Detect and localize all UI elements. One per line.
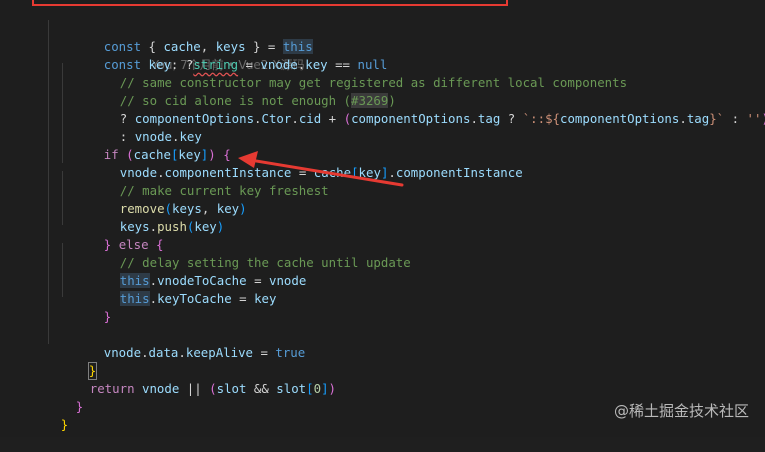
- code-line-21-text: }: [76, 399, 83, 414]
- code-token: 0: [313, 381, 322, 396]
- code-line-20: return vnode || (slot && slot[0]): [45, 362, 336, 396]
- code-token: cid: [298, 111, 322, 126]
- code-token: +: [321, 111, 344, 126]
- code-line-10: remove(keys, key): [75, 182, 247, 216]
- code-line-19: }: [43, 344, 98, 380]
- code-line-16-text: }: [104, 309, 111, 324]
- code-token: (: [209, 381, 217, 396]
- code-line-9: // make current key freshest: [75, 164, 329, 198]
- code-token: key: [254, 291, 277, 306]
- code-token: componentInstance: [395, 165, 523, 180]
- code-token: .: [679, 111, 687, 126]
- code-token: '': [746, 111, 762, 126]
- code-line-13: // delay setting the cache until update: [75, 236, 411, 270]
- code-line-8: vnode.componentInstance = cache[key].com…: [75, 146, 523, 180]
- code-token: ): [216, 219, 225, 234]
- code-line-21: }: [31, 380, 83, 414]
- code-line-3: // same constructor may get registered a…: [75, 56, 627, 90]
- code-token: `::${: [522, 111, 560, 126]
- code-token: =: [253, 345, 276, 360]
- code-token: .: [149, 291, 158, 306]
- code-token: [: [351, 165, 359, 180]
- top-highlight-box: [32, 0, 508, 6]
- code-token: key: [358, 165, 381, 180]
- watermark: @稀土掘金技术社区: [613, 402, 749, 420]
- code-token: componentOptions: [560, 111, 680, 126]
- code-line-1: const { cache, keys } = this You, 7个月前 •…: [59, 20, 313, 72]
- code-token: slot: [216, 381, 247, 396]
- code-token: data: [148, 345, 179, 360]
- code-line-11: keys.push(key): [75, 200, 224, 234]
- code-token: this: [119, 291, 150, 306]
- code-line-6: : vnode.key: [75, 110, 202, 144]
- indent-guide: [48, 20, 49, 344]
- code-token: Ctor: [261, 111, 292, 126]
- code-editor[interactable]: const { cache, keys } = this You, 7个月前 •…: [0, 0, 765, 437]
- code-token: .: [388, 165, 396, 180]
- code-token: [: [306, 381, 314, 396]
- code-token: key: [194, 219, 217, 234]
- code-line-14: this.vnodeToCache = vnode: [75, 254, 306, 288]
- code-token: keepAlive: [185, 345, 253, 360]
- code-token: tag: [477, 111, 501, 126]
- code-token: &&: [246, 381, 277, 396]
- code-token: ): [761, 111, 765, 126]
- code-token: .: [178, 345, 186, 360]
- code-token: ||: [179, 381, 210, 396]
- code-token: ?: [500, 111, 523, 126]
- code-token: =: [231, 291, 255, 306]
- code-token: :: [724, 111, 747, 126]
- code-line-22-text: }: [61, 417, 68, 432]
- code-line-18-text: vnode.data.keepAlive = true: [104, 345, 305, 360]
- code-token: .: [254, 111, 262, 126]
- code-token: return: [89, 381, 142, 396]
- code-token: tag: [686, 111, 710, 126]
- code-token: ]: [321, 381, 329, 396]
- code-token: .: [470, 111, 478, 126]
- code-line-5: ? componentOptions.Ctor.cid + (component…: [75, 92, 765, 126]
- code-token: }: [60, 417, 69, 432]
- code-line-5-text: ? componentOptions.Ctor.cid + (component…: [120, 111, 765, 126]
- code-line-18: vnode.data.keepAlive = true: [59, 326, 305, 360]
- code-token: }: [75, 399, 84, 414]
- code-token: ): [328, 381, 337, 396]
- code-token: .: [291, 111, 299, 126]
- code-token: vnode: [103, 345, 142, 360]
- code-line-12: } else {: [59, 218, 164, 252]
- code-line-15-text: this.keyToCache = key: [119, 291, 277, 306]
- code-token: ): [239, 201, 247, 216]
- code-line-2: const key: ?string = vnode.key == null: [59, 38, 388, 72]
- code-token: true: [275, 345, 306, 360]
- code-line-15: this.keyToCache = key: [75, 272, 276, 306]
- code-token: slot: [276, 381, 307, 396]
- code-token: vnode: [141, 381, 180, 396]
- code-line-20-text: return vnode || (slot && slot[0]): [90, 381, 336, 396]
- code-token: .: [141, 345, 149, 360]
- code-token: (: [343, 111, 352, 126]
- code-line-4: // so cid alone is not enough (#3269): [75, 74, 396, 108]
- code-token: }`: [709, 111, 725, 126]
- code-token: }: [103, 309, 112, 324]
- code-line-22: }: [16, 398, 68, 432]
- code-line-7: if (cache[key]) {: [59, 128, 231, 162]
- code-line-16: }: [59, 290, 111, 324]
- code-token: keyToCache: [157, 291, 232, 306]
- code-token: componentOptions: [351, 111, 471, 126]
